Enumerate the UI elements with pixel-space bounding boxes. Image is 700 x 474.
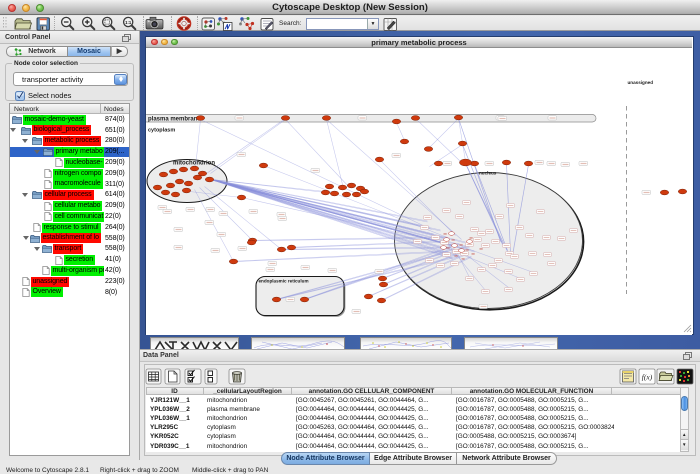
svg-text:mitochondrion: mitochondrion (173, 160, 215, 166)
svg-text:cytoplasm: cytoplasm (148, 127, 175, 133)
svg-text:endoplasmic reticulum: endoplasmic reticulum (259, 278, 309, 283)
svg-text:plasma membrane: plasma membrane (148, 116, 201, 122)
svg-text:unassigned: unassigned (628, 80, 654, 85)
svg-text:f(x): f(x) (642, 373, 653, 382)
svg-text:nucleus: nucleus (479, 170, 497, 175)
